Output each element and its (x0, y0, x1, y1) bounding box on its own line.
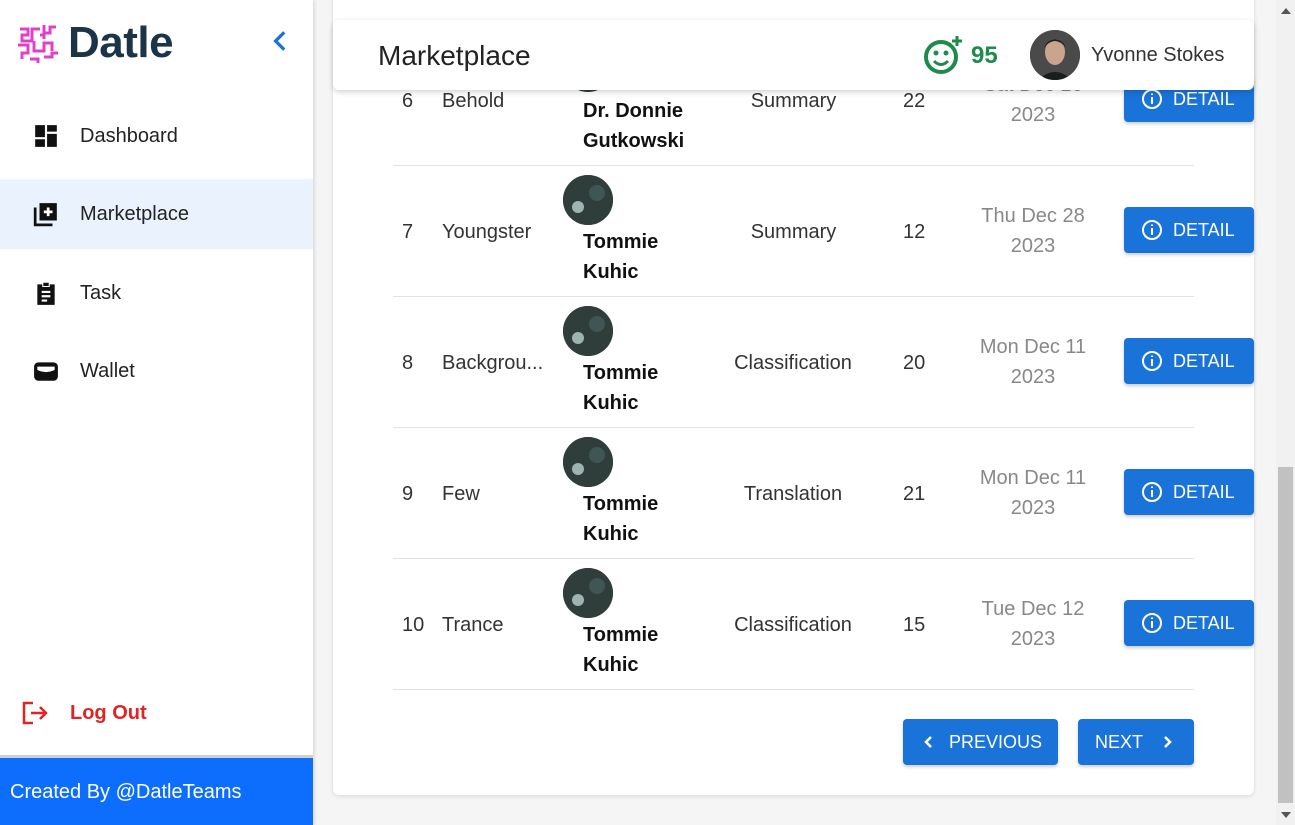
table-row: 10 Trance Tommie Kuhic Classification 15… (393, 558, 1254, 690)
logout-icon (22, 701, 48, 725)
sidebar: Datle Dashboard Marketplace Task Wallet (0, 0, 313, 825)
logout-label: Log Out (70, 702, 147, 724)
user-avatar[interactable] (1030, 30, 1080, 80)
info-icon (1142, 89, 1162, 109)
dashboard-icon (35, 125, 57, 147)
detail-button[interactable]: DETAIL (1124, 469, 1254, 515)
sidebar-item-label: Wallet (80, 359, 135, 382)
owner-name: Tommie Kuhic (583, 624, 659, 676)
sidebar-footer: Created By @DatleTeams (0, 755, 313, 825)
info-icon (1142, 482, 1162, 502)
brand-name: Datle (68, 18, 174, 67)
row-type: Summary (750, 90, 837, 112)
row-number: 10 (402, 614, 425, 636)
owner-avatar (563, 306, 613, 356)
detail-button[interactable]: DETAIL (1124, 600, 1254, 646)
sidebar-item-wallet[interactable]: Wallet (0, 336, 313, 406)
sidebar-item-dashboard[interactable]: Dashboard (0, 101, 313, 171)
row-number: 9 (402, 483, 414, 505)
chevron-right-icon (1164, 736, 1172, 748)
row-name: Trance (442, 614, 504, 636)
row-name: Behold (442, 90, 505, 112)
sidebar-item-marketplace[interactable]: Marketplace (0, 179, 313, 249)
owner-name: Tommie Kuhic (583, 493, 659, 545)
next-page-button[interactable]: NEXT (1078, 719, 1194, 765)
row-type: Summary (750, 221, 837, 243)
sidebar-item-label: Marketplace (80, 202, 189, 225)
owner-name: Dr. Donnie Gutkowski (583, 100, 685, 152)
sidebar-item-label: Task (80, 281, 122, 304)
datle-logo-icon (18, 25, 58, 63)
row-name: Youngster (442, 221, 532, 243)
owner-avatar (563, 437, 613, 487)
chevron-left-icon[interactable] (268, 28, 294, 54)
row-number: 6 (402, 90, 414, 112)
row-date: Thu Dec 28 2023 (981, 205, 1085, 257)
clipboard-icon (37, 281, 55, 305)
user-name: Yvonne Stokes (1091, 44, 1225, 66)
page-title: Marketplace (378, 40, 531, 71)
page-header: Marketplace 95 Yvonne Stokes (333, 20, 1254, 90)
sidebar-item-task[interactable]: Task (0, 258, 313, 328)
row-count: 20 (903, 352, 926, 374)
app-logo[interactable]: Datle (14, 18, 174, 68)
wallet-icon (34, 362, 58, 381)
row-date: Tue Dec 12 2023 (981, 598, 1085, 650)
row-date: Mon Dec 11 2023 (979, 336, 1087, 388)
row-count: 22 (903, 90, 926, 112)
row-date: Mon Dec 11 2023 (979, 467, 1087, 519)
owner-avatar (563, 568, 613, 618)
row-number: 8 (402, 352, 414, 374)
table-row: 7 Youngster Tommie Kuhic Summary 12 Thu … (393, 165, 1254, 297)
row-name: Backgrou... (442, 352, 544, 374)
row-type: Classification (734, 352, 852, 374)
row-name: Few (442, 483, 480, 505)
footer-credit: Created By @DatleTeams (10, 781, 242, 803)
chevron-left-icon (924, 736, 932, 748)
row-count: 21 (903, 483, 926, 505)
row-type: Classification (734, 614, 852, 636)
logout-button[interactable]: Log Out (0, 692, 313, 732)
add-box-icon (33, 203, 57, 227)
row-type: Translation (743, 483, 843, 505)
owner-name: Tommie Kuhic (583, 362, 659, 414)
owner-name: Tommie Kuhic (583, 231, 659, 283)
info-icon (1142, 220, 1162, 240)
detail-button[interactable]: DETAIL (1124, 207, 1254, 253)
scrollbar-thumb[interactable] (1278, 467, 1293, 803)
scroll-down-icon[interactable] (1281, 812, 1291, 818)
table-row: 9 Few Tommie Kuhic Translation 21 Mon De… (393, 427, 1254, 559)
info-icon (1142, 351, 1162, 371)
scroll-up-icon[interactable] (1281, 8, 1291, 14)
previous-page-button[interactable]: PREVIOUS (903, 719, 1058, 765)
table-row: 8 Backgrou... Tommie Kuhic Classificatio… (393, 296, 1254, 428)
points-count: 95 (971, 42, 998, 69)
smiley-plus-icon (924, 36, 962, 74)
owner-avatar (563, 175, 613, 225)
row-number: 7 (402, 221, 414, 243)
detail-button[interactable]: DETAIL (1124, 338, 1254, 384)
sidebar-item-label: Dashboard (80, 124, 178, 147)
row-count: 12 (903, 221, 926, 243)
row-count: 15 (903, 614, 926, 636)
info-icon (1142, 613, 1162, 633)
